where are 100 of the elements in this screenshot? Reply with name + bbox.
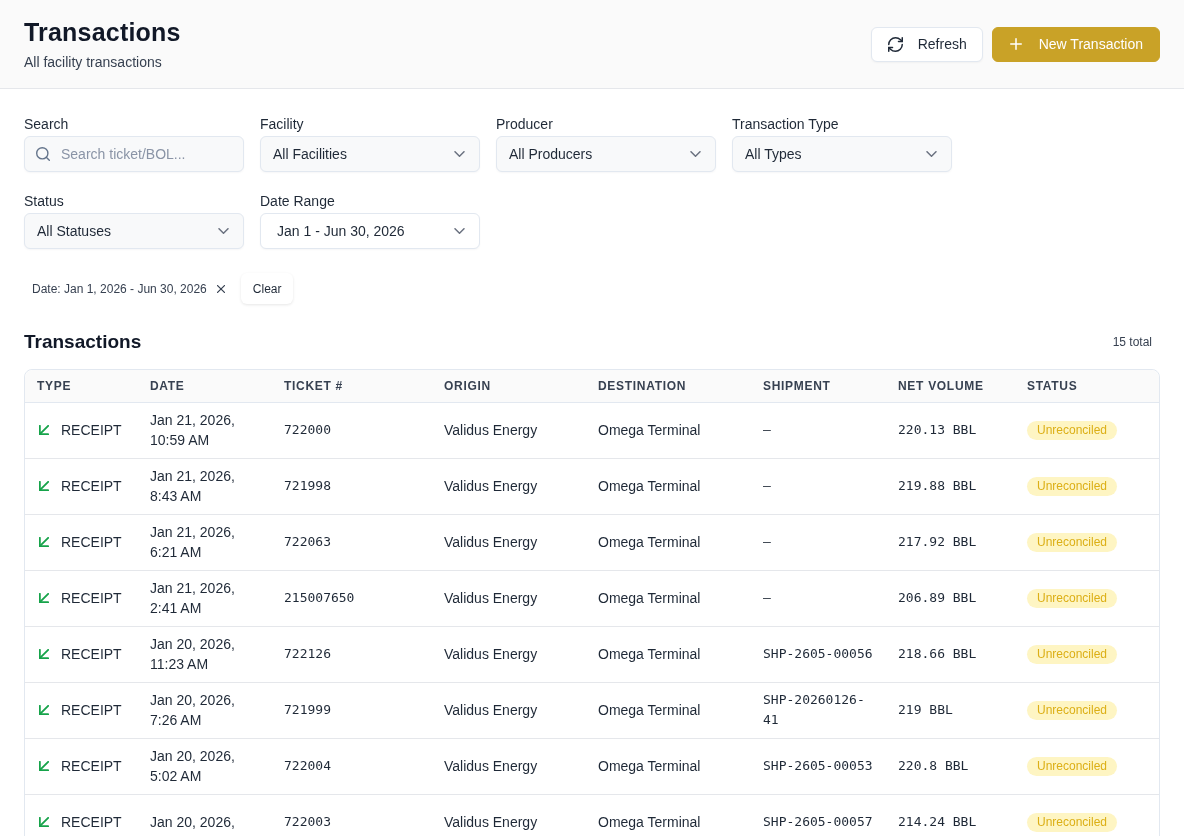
destination-name: Omega Terminal: [598, 421, 701, 440]
shipment-id: —: [763, 533, 771, 551]
field-label: Status: [24, 192, 64, 210]
destination-name: Omega Terminal: [598, 589, 701, 608]
status-pill: Unreconciled: [1027, 644, 1118, 664]
column-header: SHIPMENT: [762, 378, 832, 395]
arrow-down-left-icon: [39, 537, 49, 547]
column-header: DESTINATION: [597, 378, 688, 395]
arrow-down-left-icon: [39, 593, 49, 603]
ticket-number: 721999: [284, 701, 331, 719]
net-volume: 220.8 BBL: [898, 757, 969, 775]
arrow-down-left-icon: [39, 761, 49, 771]
refresh-button[interactable]: Refresh: [870, 26, 983, 62]
status-pill: Unreconciled: [1027, 420, 1118, 440]
plus-icon: [1009, 38, 1022, 50]
date-range-picker[interactable]: Jan 1 - Jun 30, 2026: [260, 213, 480, 249]
destination-name: Omega Terminal: [598, 813, 701, 832]
close-icon[interactable]: [216, 284, 225, 293]
column-header: ORIGIN: [443, 378, 492, 395]
arrow-down-left-icon: [39, 481, 49, 491]
search-field[interactable]: Search ticket/BOL...: [24, 136, 244, 172]
origin-name: Validus Energy: [444, 645, 538, 664]
status-pill: Unreconciled: [1027, 588, 1118, 608]
transaction-type: RECEIPT: [61, 645, 122, 664]
field-label: Producer: [496, 115, 553, 133]
shipment-id: SHP-2605-00056: [763, 645, 873, 663]
field-label: Transaction Type: [732, 115, 839, 133]
column-header: DATE: [149, 378, 186, 395]
ticket-number: 215007650: [284, 589, 355, 607]
transaction-type: RECEIPT: [61, 757, 122, 776]
chevron-down-icon: [454, 228, 465, 234]
column-header: NET VOLUME: [897, 378, 985, 395]
column-header: TYPE: [36, 378, 73, 395]
shipment-id: SHP-2605-00057: [763, 813, 873, 831]
ticket-number: 722000: [284, 421, 331, 439]
ticket-number: 722126: [284, 645, 331, 663]
shipment-id: —: [763, 421, 771, 439]
shipment-id: —: [763, 477, 771, 495]
status-pill: Unreconciled: [1027, 476, 1118, 496]
net-volume: 206.89 BBL: [898, 589, 977, 607]
page-title: Transactions: [24, 17, 181, 48]
select-field[interactable]: All Producers: [496, 136, 716, 172]
chevron-down-icon: [454, 151, 465, 157]
origin-name: Validus Energy: [444, 477, 538, 496]
origin-name: Validus Energy: [444, 533, 538, 552]
select-field[interactable]: All Types: [732, 136, 952, 172]
net-volume: 217.92 BBL: [898, 533, 977, 551]
net-volume: 219 BBL: [898, 701, 953, 719]
shipment-id: SHP-2605-00053: [763, 757, 873, 775]
chevron-down-icon: [926, 151, 937, 157]
origin-name: Validus Energy: [444, 757, 538, 776]
clear-button[interactable]: Clear: [240, 273, 294, 304]
status-pill: Unreconciled: [1027, 756, 1118, 776]
status-pill: Unreconciled: [1027, 700, 1118, 720]
transaction-type: RECEIPT: [61, 589, 122, 608]
ticket-number: 722004: [284, 757, 331, 775]
destination-name: Omega Terminal: [598, 757, 701, 776]
transaction-type: RECEIPT: [61, 421, 122, 440]
total-count: 15 total: [1112, 335, 1153, 349]
transaction-type: RECEIPT: [61, 813, 122, 832]
search-icon: [36, 147, 50, 161]
column-header: STATUS: [1026, 378, 1079, 395]
net-volume: 218.66 BBL: [898, 645, 977, 663]
origin-name: Validus Energy: [444, 813, 538, 832]
chevron-down-icon: [218, 228, 229, 234]
net-volume: 214.24 BBL: [898, 813, 977, 831]
origin-name: Validus Energy: [444, 589, 538, 608]
origin-name: Validus Energy: [444, 421, 538, 440]
transaction-date: Jan 20, 2026, 5:02 AM: [150, 747, 236, 786]
transaction-date: Jan 20, 2026, 7:26 AM: [150, 691, 236, 730]
ticket-number: 722063: [284, 533, 331, 551]
transaction-date: Jan 21, 2026, 8:43 AM: [150, 467, 236, 506]
shipment-id: SHP-20260126-41: [763, 691, 866, 729]
arrow-down-left-icon: [39, 705, 49, 715]
status-pill: Unreconciled: [1027, 812, 1118, 832]
refresh-icon: [887, 36, 903, 52]
transaction-date: Jan 21, 2026, 10:59 AM: [150, 411, 236, 450]
arrow-down-left-icon: [39, 817, 49, 827]
select-field[interactable]: All Statuses: [24, 213, 244, 249]
column-header: TICKET #: [283, 378, 344, 395]
transaction-date: Jan 21, 2026, 2:41 AM: [150, 579, 236, 618]
arrow-down-left-icon: [39, 425, 49, 435]
transaction-type: RECEIPT: [61, 701, 122, 720]
chevron-down-icon: [690, 151, 701, 157]
select-field[interactable]: All Facilities: [260, 136, 480, 172]
transaction-date: Jan 20, 2026,: [150, 813, 235, 832]
shipment-id: —: [763, 589, 771, 607]
transaction-type: RECEIPT: [61, 533, 122, 552]
field-label: Facility: [260, 115, 304, 133]
net-volume: 219.88 BBL: [898, 477, 977, 495]
arrow-down-left-icon: [39, 649, 49, 659]
section-title: Transactions: [24, 330, 142, 354]
destination-name: Omega Terminal: [598, 477, 701, 496]
ticket-number: 722003: [284, 813, 331, 831]
destination-name: Omega Terminal: [598, 533, 701, 552]
transaction-type: RECEIPT: [61, 477, 122, 496]
ticket-number: 721998: [284, 477, 331, 495]
destination-name: Omega Terminal: [598, 645, 701, 664]
transaction-date: Jan 21, 2026, 6:21 AM: [150, 523, 236, 562]
destination-name: Omega Terminal: [598, 701, 701, 720]
